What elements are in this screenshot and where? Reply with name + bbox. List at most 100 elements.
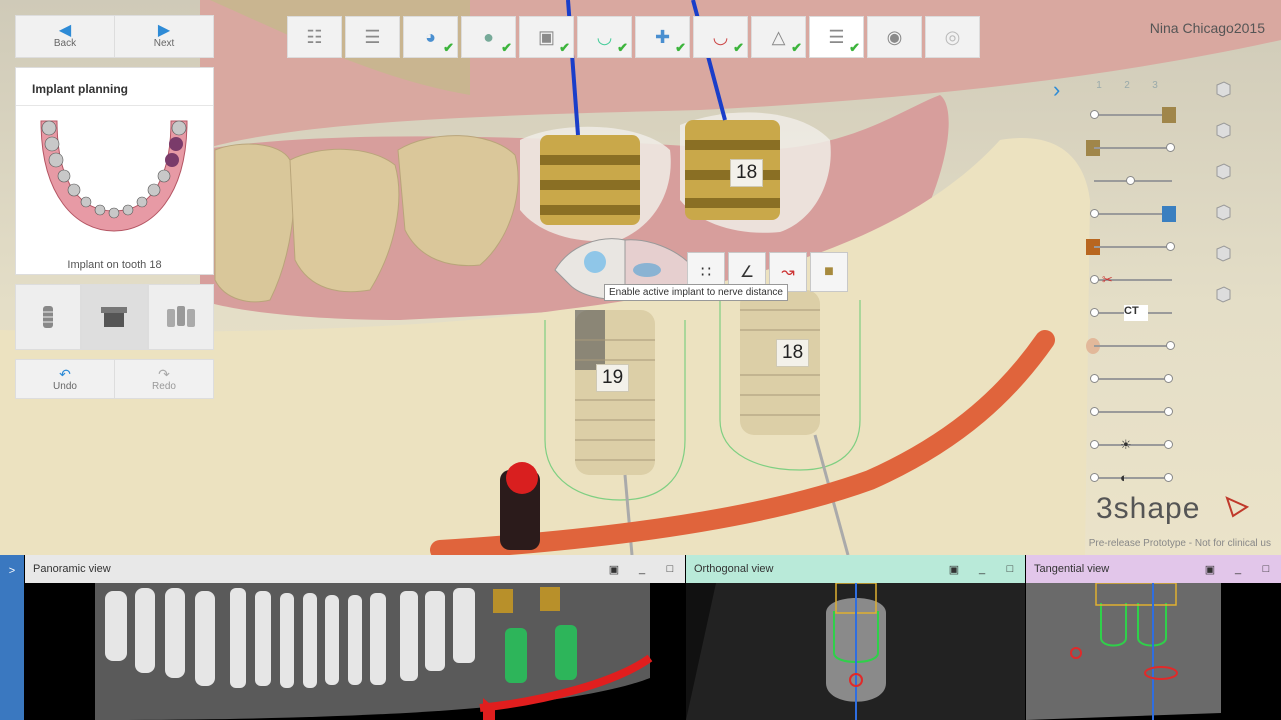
minimize-icon[interactable]: _ xyxy=(975,563,989,575)
marker-pin-head[interactable] xyxy=(506,462,538,494)
view-left-icon[interactable] xyxy=(1214,162,1232,180)
collapse-arrow-icon[interactable]: › xyxy=(1053,77,1060,103)
redo-label: Redo xyxy=(152,380,176,392)
abutment-tool-button[interactable] xyxy=(81,284,148,350)
bone-distance-icon: ■ xyxy=(824,263,834,280)
check-icon: ✔ xyxy=(849,40,860,55)
next-button[interactable]: ▶ Next xyxy=(114,16,213,57)
view-top-icon[interactable] xyxy=(1214,244,1232,262)
maximize-icon[interactable]: □ xyxy=(1003,563,1017,575)
panoramic-pane: Panoramic view ▣ _ □ xyxy=(25,555,685,720)
implant-label-crown-18: 18 xyxy=(730,159,764,187)
step-panoramic-curve[interactable]: ◡ ✔ xyxy=(577,16,632,58)
view-bottom-icon[interactable] xyxy=(1214,285,1232,303)
sleeve-icon xyxy=(1162,206,1176,222)
ct-volume-icon: ▣ xyxy=(537,26,555,47)
redo-icon: ↷ xyxy=(158,365,170,382)
step-align[interactable]: ● ✔ xyxy=(461,16,516,58)
camera-icon[interactable]: ▣ xyxy=(947,563,961,576)
ct-label: CT xyxy=(1124,305,1148,321)
step-sleeve[interactable]: ◉ xyxy=(867,16,922,58)
redo-button[interactable]: ↷ Redo xyxy=(114,360,213,398)
view-cube-icon[interactable] xyxy=(1214,80,1232,98)
step-nerve[interactable]: ✚ ✔ xyxy=(635,16,690,58)
patient-info-icon: ☷ xyxy=(306,26,323,47)
implant-icon: ☰ xyxy=(828,26,845,47)
abutment-19 xyxy=(540,135,640,225)
crown-opacity-slider[interactable] xyxy=(1086,173,1176,189)
undo-icon: ↶ xyxy=(59,365,71,382)
panel-title: Implant planning xyxy=(16,68,213,106)
undo-redo: ↶ Undo ↷ Redo xyxy=(15,359,214,399)
sleeve-icon: ◉ xyxy=(886,26,903,47)
undo-button[interactable]: ↶ Undo xyxy=(16,360,114,398)
maximize-icon[interactable]: □ xyxy=(1259,563,1273,575)
expand-panel-button[interactable]: > xyxy=(0,555,24,720)
view-front-icon[interactable] xyxy=(1214,121,1232,139)
implant-opacity-slider[interactable] xyxy=(1086,107,1176,123)
nerve-icon: ✚ xyxy=(654,26,671,47)
back-button[interactable]: ◀ Back xyxy=(16,16,114,57)
multi-implant-tool-button[interactable] xyxy=(147,284,214,350)
back-next-nav: ◀ Back ▶ Next xyxy=(15,15,214,58)
implant-view-icon[interactable] xyxy=(584,251,606,273)
tissue-slider[interactable] xyxy=(1086,404,1176,420)
bone-slider[interactable] xyxy=(1086,371,1176,387)
orthogonal-image[interactable] xyxy=(686,583,1025,720)
sleeve-view-icon[interactable] xyxy=(633,263,661,277)
step-order-form[interactable]: ☰ xyxy=(345,16,400,58)
implant-label-18[interactable]: 18 xyxy=(776,339,810,367)
implant-tool-button[interactable] xyxy=(15,284,82,350)
tooltip: Enable active implant to nerve distance xyxy=(604,284,788,301)
order-form-icon: ☰ xyxy=(364,26,381,47)
scan-import-icon: ◕ xyxy=(425,26,436,47)
model-opacity-slider[interactable] xyxy=(1086,239,1176,255)
view-tabs: 1 2 3 xyxy=(1088,76,1172,96)
view-right-icon[interactable] xyxy=(1214,203,1232,221)
check-icon: ✔ xyxy=(501,40,512,55)
minimize-icon[interactable]: _ xyxy=(635,563,649,575)
step-soft-tissue[interactable]: ◡ ✔ xyxy=(693,16,748,58)
tab-2[interactable]: 2 xyxy=(1116,76,1138,96)
tab-3[interactable]: 3 xyxy=(1144,76,1166,96)
step-crown[interactable]: △ ✔ xyxy=(751,16,806,58)
tangential-image[interactable] xyxy=(1026,583,1281,720)
step-disc[interactable]: ◎ xyxy=(925,16,980,58)
implant-tools xyxy=(15,284,214,350)
brightness-slider[interactable]: ☀ xyxy=(1086,437,1176,453)
sleeve-opacity-slider[interactable] xyxy=(1086,206,1176,222)
step-patient-info[interactable]: ☷ xyxy=(287,16,342,58)
implant-planning-panel: Implant planning Implant on tooth 18 xyxy=(15,67,214,275)
implant-body-19 xyxy=(575,310,655,475)
tab-1[interactable]: 1 xyxy=(1088,76,1110,96)
camera-icon[interactable]: ▣ xyxy=(1203,563,1217,576)
contrast-slider[interactable]: ◐ xyxy=(1086,470,1176,486)
camera-icon[interactable]: ▣ xyxy=(607,563,621,576)
brand-logo: 3shape xyxy=(1096,492,1201,525)
step-scan-import[interactable]: ◕ ✔ xyxy=(403,16,458,58)
clip-slider[interactable]: ✂ xyxy=(1086,272,1176,288)
arch-thumbnail[interactable] xyxy=(16,106,213,256)
abutment-opacity-slider[interactable] xyxy=(1086,140,1176,156)
orthogonal-title: Orthogonal view xyxy=(694,563,774,575)
arrow-right-icon: ▶ xyxy=(157,22,171,39)
step-ct-volume[interactable]: ▣ ✔ xyxy=(519,16,574,58)
tangential-title: Tangential view xyxy=(1034,563,1110,575)
disclaimer-text: Pre-release Prototype - Not for clinical… xyxy=(1088,538,1271,549)
minimize-icon[interactable]: _ xyxy=(1231,563,1245,575)
angle-icon: ∠ xyxy=(739,264,755,281)
align-icon: ● xyxy=(483,26,494,47)
implant-label-19[interactable]: 19 xyxy=(596,364,630,392)
distance-icon: ∷ xyxy=(700,264,712,281)
orthogonal-pane: Orthogonal view ▣ _ □ xyxy=(686,555,1025,720)
maximize-icon[interactable]: □ xyxy=(663,563,677,575)
face-scan-slider[interactable] xyxy=(1086,338,1176,354)
ct-slider[interactable]: CT xyxy=(1086,305,1176,321)
implant-bone-distance-button[interactable]: ■ xyxy=(810,252,848,292)
tangential-pane: Tangential view ▣ _ □ xyxy=(1026,555,1281,720)
check-icon: ✔ xyxy=(675,40,686,55)
crown-icon: △ xyxy=(771,26,786,47)
panoramic-image[interactable] xyxy=(25,583,685,720)
step-implant[interactable]: ☰ ✔ xyxy=(809,16,864,58)
implant-screw-icon xyxy=(43,306,54,328)
